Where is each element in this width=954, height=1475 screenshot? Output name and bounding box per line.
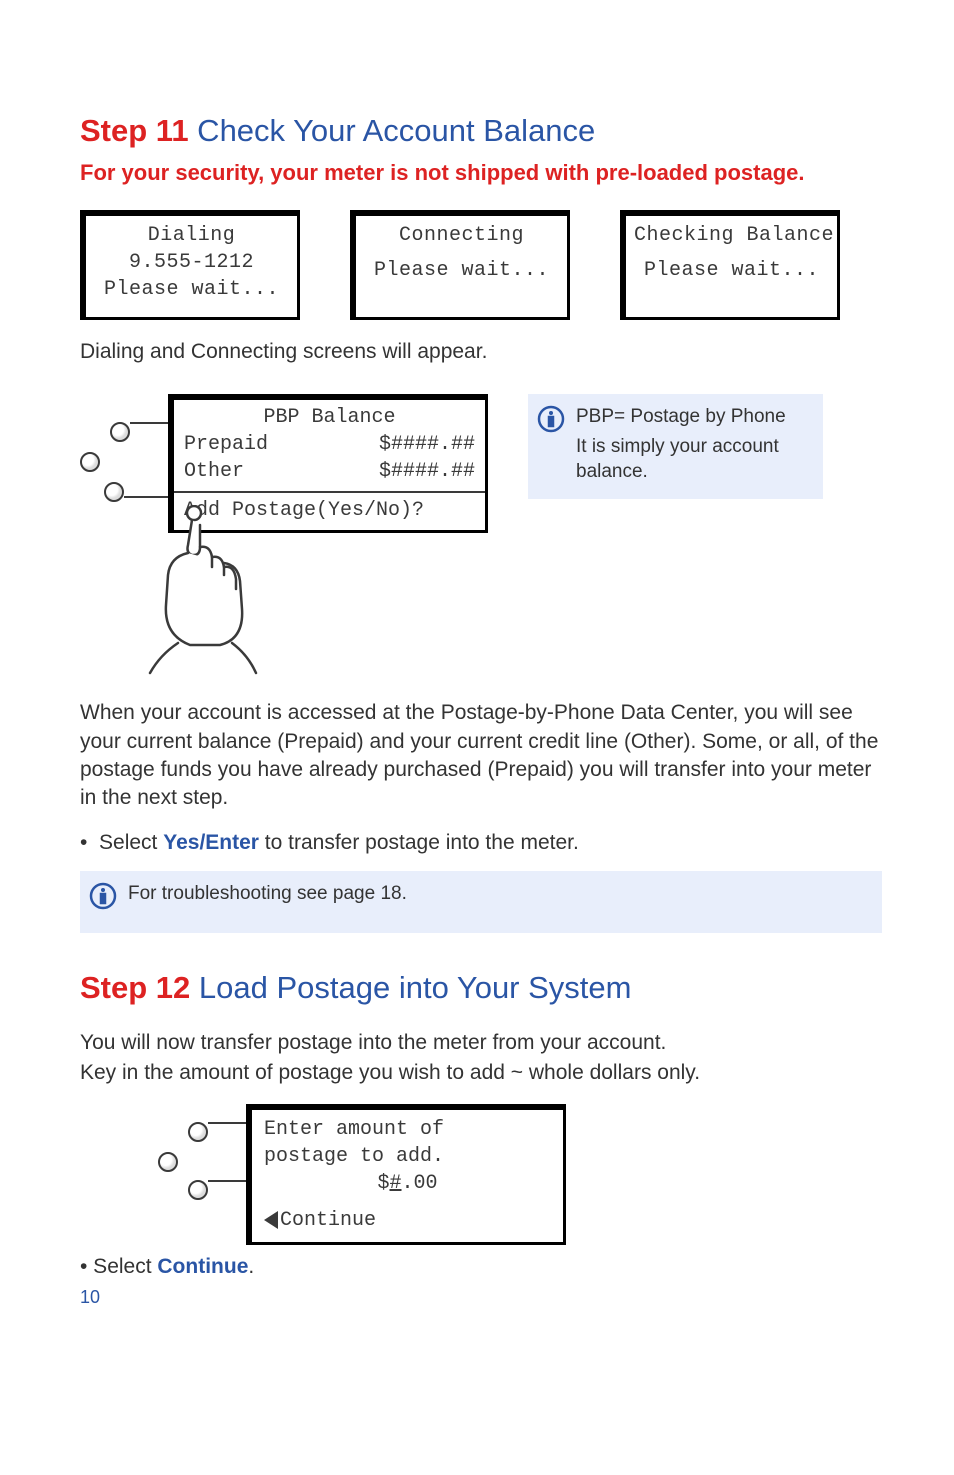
prepaid-label: Prepaid [184,431,268,458]
load-postage-graphic: Enter amount of postage to add. $#.00 Co… [158,1104,658,1245]
lcd-checking: Checking Balance Please wait... [620,210,840,320]
lcd-dialing-line2: 9.555-1212 [94,249,289,276]
lcd-dialing-line1: Dialing [94,222,289,249]
step12-number: Step 12 [80,970,190,1005]
enter-amount-line1: Enter amount of [264,1116,551,1143]
pointing-hand-icon [120,505,510,683]
step11-heading: Step 11 Check Your Account Balance [80,110,882,152]
amount-entry-field[interactable]: # [389,1172,401,1195]
side-button-icon [80,452,100,472]
lcd-dialing-line3: Please wait... [94,276,289,303]
select-continue-bullet: • Select Continue. [80,1253,882,1281]
lcd-screens-row: Dialing 9.555-1212 Please wait... Connec… [80,210,882,320]
left-triangle-icon [264,1211,278,1229]
step11-number: Step 11 [80,113,189,148]
info-icon [88,881,118,919]
balance-device-graphic: PBP Balance Prepaid $####.## Other $####… [80,394,510,683]
security-warning: For your security, your meter is not shi… [80,158,882,188]
side-button-icon [110,422,130,442]
step12-heading: Step 12 Load Postage into Your System [80,967,882,1009]
continue-option[interactable]: Continue [264,1207,551,1234]
step12-title: Load Postage into Your System [190,970,631,1005]
step11-title: Check Your Account Balance [189,113,596,148]
amount-display: $#.00 [264,1170,551,1197]
troubleshooting-info-box: For troubleshooting see page 18. [80,871,882,933]
side-button-icon [188,1122,208,1142]
lcd-connecting-line1: Connecting [364,222,559,249]
prepaid-value: $####.## [379,431,475,458]
select-yes-enter-bullet: • Select Yes/Enter to transfer postage i… [80,829,882,857]
enter-amount-line2: postage to add. [264,1143,551,1170]
balance-explanation: When your account is accessed at the Pos… [80,699,882,812]
lcd-enter-amount: Enter amount of postage to add. $#.00 Co… [246,1104,566,1245]
yes-enter-keyword: Yes/Enter [163,831,259,854]
pbp-definition: PBP= Postage by Phone [576,404,811,430]
step12-para2: Key in the amount of postage you wish to… [80,1059,882,1087]
other-value: $####.## [379,458,475,485]
side-button-icon [158,1152,178,1172]
side-button-icon [188,1180,208,1200]
side-button-icon [104,482,124,502]
page-number: 10 [80,1285,882,1309]
lcd-dialing: Dialing 9.555-1212 Please wait... [80,210,300,320]
troubleshooting-text: For troubleshooting see page 18. [128,881,407,907]
lcd-checking-line2: Please wait... [634,257,829,284]
lcd-connecting: Connecting Please wait... [350,210,570,320]
lcd-checking-line1: Checking Balance [634,222,829,249]
info-icon [536,404,566,442]
pbp-explanation: It is simply your account balance. [576,434,811,485]
step12-para1: You will now transfer postage into the m… [80,1029,882,1057]
pbp-info-box: PBP= Postage by Phone It is simply your … [528,394,823,499]
dialing-caption: Dialing and Connecting screens will appe… [80,338,882,366]
lcd-connecting-line2: Please wait... [364,257,559,284]
continue-keyword: Continue [157,1255,248,1278]
other-label: Other [184,458,244,485]
balance-title: PBP Balance [184,404,475,431]
